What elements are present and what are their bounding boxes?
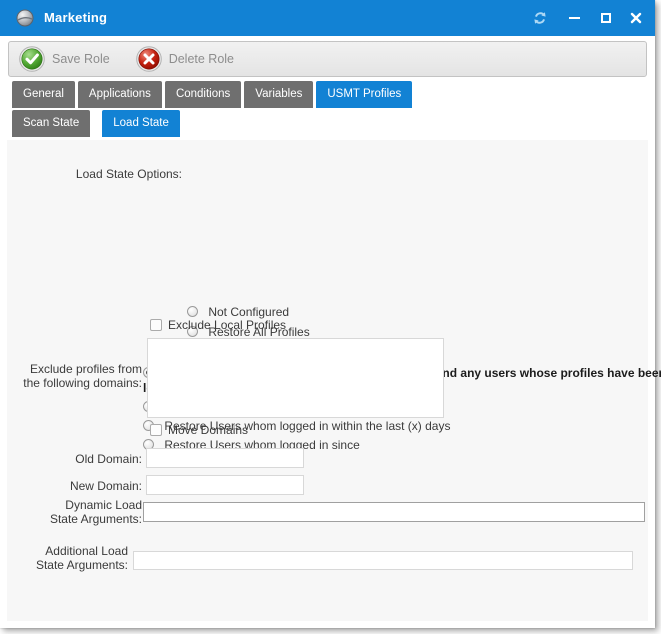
tab-variables[interactable]: Variables [244,81,313,108]
title-bar: Marketing [0,0,655,36]
minimize-icon [569,17,580,19]
tab-usmt-profiles[interactable]: USMT Profiles [316,81,412,108]
old-domain-label: Old Domain: [40,452,142,466]
exclude-local-profiles-checkbox[interactable]: Exclude Local Profiles [150,318,286,332]
tab-conditions[interactable]: Conditions [165,81,241,108]
move-domains-checkbox[interactable]: Move Domains [150,423,248,437]
load-state-form: Load State Options: Not Configured Resto… [7,140,648,621]
app-icon [15,8,35,28]
exclude-domains-label: Exclude profiles from the following doma… [20,362,142,390]
maximize-icon [601,13,611,23]
window-title: Marketing [44,10,107,25]
additional-args-label: Additional Load State Arguments: [21,544,128,572]
main-tab-bar: General Applications Conditions Variable… [12,81,415,108]
toolbar: Save Role Delete Role [8,41,647,77]
new-domain-input[interactable] [146,475,304,495]
minimize-button[interactable] [561,6,587,30]
close-icon [630,12,642,24]
close-button[interactable] [623,6,649,30]
old-domain-input[interactable] [146,448,304,468]
dynamic-load-state-arguments-input[interactable] [143,502,645,522]
dynamic-args-label: Dynamic Load State Arguments: [36,498,142,526]
refresh-icon [532,10,548,26]
tab-general[interactable]: General [12,81,75,108]
delete-x-icon [136,46,162,72]
refresh-button[interactable] [527,6,553,30]
sub-tab-bar: Scan State Load State [12,110,192,137]
exclude-domains-textarea[interactable] [147,338,444,418]
delete-role-label: Delete Role [169,52,234,66]
maximize-button[interactable] [593,6,619,30]
save-role-label: Save Role [52,52,110,66]
tab-scan-state[interactable]: Scan State [12,110,90,137]
load-state-options-label: Load State Options: [37,167,182,181]
save-check-icon [19,46,45,72]
save-role-button[interactable]: Save Role [19,46,110,72]
checkbox-icon [150,424,162,436]
new-domain-label: New Domain: [40,479,142,493]
additional-load-state-arguments-input[interactable] [133,551,633,570]
checkbox-icon [150,319,162,331]
tab-applications[interactable]: Applications [78,81,162,108]
window-marketing: Marketing [0,0,655,628]
radio-icon [187,306,198,317]
delete-role-button[interactable]: Delete Role [136,46,234,72]
tab-load-state[interactable]: Load State [102,110,180,137]
